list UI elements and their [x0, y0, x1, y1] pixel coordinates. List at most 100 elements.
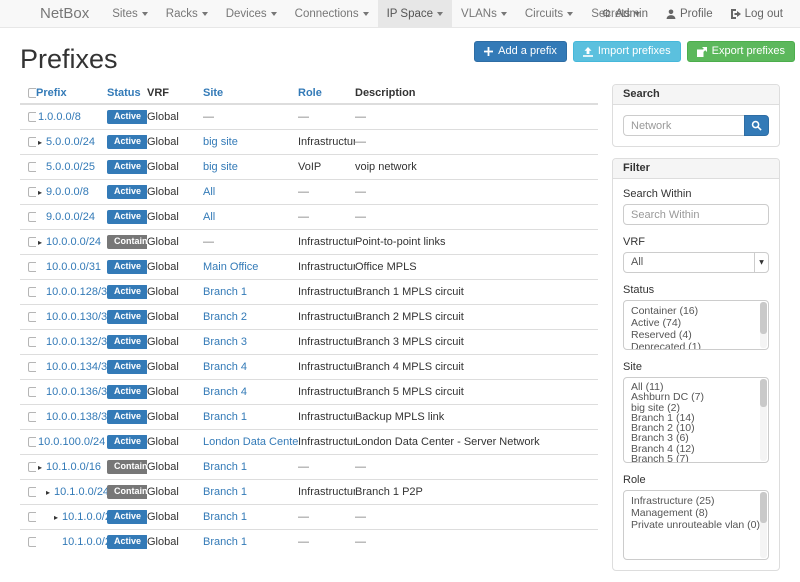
select-all-checkbox[interactable] — [28, 88, 36, 98]
caret-down-icon — [363, 12, 369, 16]
nav-item-racks[interactable]: Racks — [157, 0, 217, 27]
search-within-input[interactable] — [623, 204, 769, 225]
row-checkbox[interactable] — [28, 212, 36, 222]
filter-option[interactable]: Management (8) — [624, 507, 768, 519]
prefix-link[interactable]: 1.0.0.0/8 — [38, 111, 81, 123]
nav-item-ip-space[interactable]: IP Space — [378, 0, 452, 27]
site-link[interactable]: London Data Center — [203, 436, 298, 448]
nav-item-sites[interactable]: Sites — [103, 0, 157, 27]
filter-option[interactable]: Reserved (4) — [624, 329, 768, 341]
scrollbar-thumb[interactable] — [760, 492, 767, 523]
export-prefixes-button[interactable]: Export prefixes — [687, 41, 795, 62]
column-header-status[interactable]: Status — [107, 84, 147, 104]
row-checkbox[interactable] — [28, 337, 36, 347]
description-cell: voip network — [355, 155, 598, 180]
row-checkbox[interactable] — [28, 437, 36, 447]
prefix-link[interactable]: 10.0.0.0/24 — [46, 236, 101, 248]
prefix-link[interactable]: 9.0.0.0/24 — [46, 211, 95, 223]
row-checkbox[interactable] — [28, 312, 36, 322]
prefix-link[interactable]: 10.0.0.0/31 — [46, 261, 101, 273]
role-cell: — — [298, 104, 355, 130]
column-header-prefix[interactable]: Prefix — [36, 84, 107, 104]
prefix-link[interactable]: 10.0.0.130/31 — [46, 311, 107, 323]
add-a-prefix-button[interactable]: Add a prefix — [474, 41, 567, 62]
prefix-link[interactable]: 10.0.100.0/24 — [38, 436, 105, 448]
row-checkbox[interactable] — [28, 387, 36, 397]
site-listbox[interactable]: All (11)Ashburn DC (7)big site (2)Branch… — [623, 377, 769, 463]
row-checkbox[interactable] — [28, 487, 36, 497]
site-link[interactable]: All — [203, 186, 215, 198]
filter-option[interactable]: Container (16) — [624, 305, 768, 317]
row-checkbox[interactable] — [28, 112, 36, 122]
filter-option[interactable]: Deprecated (1) — [624, 341, 768, 350]
scrollbar-thumb[interactable] — [760, 379, 767, 407]
row-checkbox[interactable] — [28, 237, 36, 247]
site-link[interactable]: Main Office — [203, 261, 258, 273]
role-listbox[interactable]: Infrastructure (25)Management (8)Private… — [623, 490, 769, 560]
prefix-link[interactable]: 10.1.0.0/25 — [62, 511, 107, 523]
filter-option[interactable]: Private unrouteable vlan (0) — [624, 519, 768, 531]
site-link[interactable]: big site — [203, 136, 238, 148]
expand-arrow-icon[interactable]: ▸ — [38, 237, 46, 249]
expand-arrow-icon[interactable]: ▸ — [38, 137, 46, 149]
filter-option[interactable]: Infrastructure (25) — [624, 495, 768, 507]
nav-item-circuits[interactable]: Circuits — [516, 0, 582, 27]
site-link[interactable]: Branch 2 — [203, 311, 247, 323]
nav-item-log-out[interactable]: Log out — [722, 0, 792, 27]
site-link[interactable]: Branch 4 — [203, 386, 247, 398]
status-listbox[interactable]: Container (16)Active (74)Reserved (4)Dep… — [623, 300, 769, 350]
nav-item-devices[interactable]: Devices — [217, 0, 286, 27]
expand-arrow-icon[interactable]: ▸ — [38, 187, 46, 199]
filter-option[interactable]: Active (74) — [624, 317, 768, 329]
site-link[interactable]: big site — [203, 161, 238, 173]
import-prefixes-button[interactable]: Import prefixes — [573, 41, 681, 62]
row-checkbox[interactable] — [28, 412, 36, 422]
site-link[interactable]: Branch 1 — [203, 411, 247, 423]
nav-item-profile[interactable]: Profile — [657, 0, 722, 27]
row-checkbox[interactable] — [28, 462, 36, 472]
site-link[interactable]: Branch 1 — [203, 486, 247, 498]
row-checkbox[interactable] — [28, 537, 36, 547]
column-header-site[interactable]: Site — [203, 84, 298, 104]
site-link[interactable]: Branch 1 — [203, 286, 247, 298]
nav-item-admin[interactable]: ⚙Admin — [593, 0, 657, 27]
column-header-role[interactable]: Role — [298, 84, 355, 104]
scrollbar-thumb[interactable] — [760, 302, 767, 334]
prefix-link[interactable]: 10.1.0.0/24 — [54, 486, 107, 498]
row-checkbox[interactable] — [28, 287, 36, 297]
prefix-link[interactable]: 10.0.0.136/31 — [46, 386, 107, 398]
site-link[interactable]: Branch 1 — [203, 461, 247, 473]
prefixes-table: PrefixStatusVRFSiteRoleDescription 1.0.0… — [20, 84, 598, 554]
search-input[interactable] — [623, 115, 744, 136]
site-link[interactable]: Branch 4 — [203, 361, 247, 373]
expand-arrow-icon[interactable]: ▸ — [38, 462, 46, 474]
select-caret-icon: ▼ — [754, 253, 768, 272]
prefix-link[interactable]: 10.1.0.0/26 — [62, 536, 107, 548]
vrf-select[interactable]: All▼ — [623, 252, 769, 273]
site-link[interactable]: All — [203, 211, 215, 223]
app-brand[interactable]: NetBox — [40, 0, 103, 27]
nav-item-vlans[interactable]: VLANs — [452, 0, 516, 27]
row-checkbox[interactable] — [28, 362, 36, 372]
row-checkbox[interactable] — [28, 187, 36, 197]
prefix-link[interactable]: 5.0.0.0/25 — [46, 161, 95, 173]
prefix-link[interactable]: 5.0.0.0/24 — [46, 136, 95, 148]
expand-arrow-icon[interactable]: ▸ — [46, 487, 54, 499]
nav-item-connections[interactable]: Connections — [286, 0, 378, 27]
prefix-link[interactable]: 9.0.0.0/8 — [46, 186, 89, 198]
site-link[interactable]: Branch 3 — [203, 336, 247, 348]
site-link[interactable]: Branch 1 — [203, 536, 247, 548]
row-checkbox[interactable] — [28, 162, 36, 172]
row-checkbox[interactable] — [28, 262, 36, 272]
row-checkbox[interactable] — [28, 512, 36, 522]
prefix-link[interactable]: 10.0.0.132/31 — [46, 336, 107, 348]
row-checkbox[interactable] — [28, 137, 36, 147]
prefix-link[interactable]: 10.0.0.128/31 — [46, 286, 107, 298]
prefix-link[interactable]: 10.0.0.134/31 — [46, 361, 107, 373]
site-link[interactable]: Branch 1 — [203, 511, 247, 523]
search-button[interactable] — [744, 115, 769, 136]
expand-arrow-icon[interactable]: ▸ — [54, 512, 62, 524]
filter-option[interactable]: Branch 5 (7) — [624, 454, 768, 463]
prefix-link[interactable]: 10.1.0.0/16 — [46, 461, 101, 473]
prefix-link[interactable]: 10.0.0.138/31 — [46, 411, 107, 423]
